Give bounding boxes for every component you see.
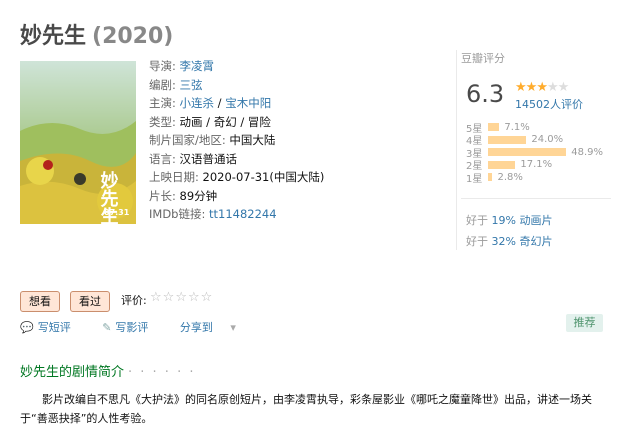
runtime-value: 89分钟 [179, 188, 218, 203]
rating-bar-label: 1星 [466, 173, 483, 185]
star-icon: ★ [546, 80, 559, 95]
movie-title: 妙先生 [20, 24, 87, 49]
rating-divider [456, 50, 457, 250]
better-prefix: 好于 [466, 214, 488, 227]
imdb-link[interactable]: tt11482244 [209, 207, 277, 221]
rate-star-icon[interactable]: ☆ [150, 290, 163, 305]
write-review-label: 写影评 [115, 321, 149, 334]
rating-bar [488, 148, 567, 157]
better-value-2[interactable]: 32% [492, 235, 516, 248]
rating-bar-pct: 24.0% [531, 134, 564, 146]
rating-bar-pct: 7.1% [504, 121, 530, 133]
rating-count-link[interactable]: 14502人评价 [515, 96, 583, 112]
rating-bar [488, 123, 500, 132]
writer-link[interactable]: 三弦 [180, 78, 203, 92]
runtime-label: 片长: [149, 188, 176, 203]
better-than: 好于 19% 动画片 好于 32% 奇幻片 [466, 210, 552, 252]
rate-star-icon[interactable]: ☆ [201, 290, 214, 305]
intro-dots: · · · · · · [128, 365, 196, 380]
write-short-link[interactable]: 💬 写短评 [20, 321, 85, 334]
rating-bar [488, 135, 527, 144]
language-value: 汉语普通话 [179, 151, 238, 166]
rating-bar [488, 160, 516, 169]
release-value: 2020-07-31(中国大陆) [202, 170, 325, 184]
rate-stars[interactable]: ☆☆☆☆☆ [150, 290, 213, 305]
rating-panel: 豆瓣评分 6.3 ★★★★★ 14502人评价 5星 7.1% 4星 24.0% 3星 4… [456, 50, 611, 250]
movie-info: 导演: 李凌霄 编剧: 三弦 主演: 小连杀 / 宝木中阳 类型: 动画 / 奇… [149, 59, 325, 221]
country-value: 中国大陆 [229, 133, 276, 147]
seen-button[interactable]: 看过 [70, 291, 110, 312]
movie-year: (2020) [92, 24, 174, 49]
imdb-label: IMDb链接: [149, 207, 206, 221]
director-label: 导演: [149, 59, 176, 73]
movie-poster[interactable]: 妙先生 07.31 [20, 61, 136, 224]
action-links: 💬 写短评 ✎ 写影评 分享到 ▾ [20, 319, 264, 335]
release-label: 上映日期: [149, 170, 199, 184]
star-icon: ★ [536, 80, 548, 95]
rating-breakdown: 5星 7.1% 4星 24.0% 3星 48.9% 2星 17.1% 1星 2.8% [466, 121, 604, 185]
rating-bar-row: 1星 2.8% [466, 171, 603, 185]
poster-image: 妙先生 07.31 [20, 61, 136, 224]
genre-label: 类型: [149, 114, 176, 129]
genre-value: 动画 / 奇幻 / 冒险 [179, 114, 271, 129]
comment-icon: 💬 [20, 321, 34, 334]
better-prefix: 好于 [466, 235, 488, 248]
chevron-down-icon: ▾ [230, 321, 236, 334]
director-link[interactable]: 李凌霄 [180, 59, 215, 73]
country-label: 制片国家/地区: [149, 133, 226, 147]
page-title: 妙先生 (2020) [20, 18, 173, 50]
writer-label: 编剧: [149, 77, 176, 92]
write-review-link[interactable]: ✎ 写影评 [102, 321, 162, 334]
share-label: 分享到 [179, 321, 213, 334]
language-label: 语言: [149, 151, 176, 166]
share-link[interactable]: 分享到 ▾ [180, 321, 250, 334]
want-button[interactable]: 想看 [20, 291, 60, 312]
better-value-1[interactable]: 19% [492, 214, 516, 227]
rate-star-icon[interactable]: ☆ [188, 290, 201, 305]
intro-title: 妙先生的剧情简介 [20, 365, 125, 380]
poster-date: 07.31 [104, 208, 130, 217]
rating-stars: ★★★★★ [515, 80, 570, 95]
star-icon: ★ [557, 80, 570, 95]
rate-star-icon[interactable]: ☆ [163, 290, 176, 305]
rating-separator [461, 198, 611, 199]
rating-bar-pct: 17.1% [520, 159, 553, 171]
cast-label: 主演: [149, 96, 176, 110]
cast-link-1[interactable]: 小连杀 [180, 96, 215, 110]
rating-label: 豆瓣评分 [461, 52, 505, 65]
better-category-1[interactable]: 动画片 [519, 214, 552, 227]
rating-bar-pct: 48.9% [571, 146, 604, 158]
rating-bar [488, 173, 493, 182]
cast-link-2[interactable]: 宝木中阳 [225, 96, 271, 110]
better-category-2[interactable]: 奇幻片 [519, 235, 552, 248]
rate-label: 评价: [121, 294, 147, 307]
intro-text: 影片改编自不思凡《大护法》的同名原创短片，由李凌霄执导，彩条屋影业《哪吒之魔童降… [20, 393, 592, 425]
intro-heading: 妙先生的剧情简介 · · · · · · [20, 361, 195, 380]
write-short-label: 写短评 [37, 321, 71, 334]
recommend-button[interactable]: 推荐 [566, 314, 603, 332]
star-icon: ★ [525, 80, 538, 95]
rate-star-icon[interactable]: ☆ [175, 290, 188, 305]
rating-score: 6.3 [466, 80, 505, 108]
star-icon: ★ [515, 80, 527, 95]
rating-bar-pct: 2.8% [497, 171, 523, 183]
pencil-icon: ✎ [102, 321, 112, 334]
